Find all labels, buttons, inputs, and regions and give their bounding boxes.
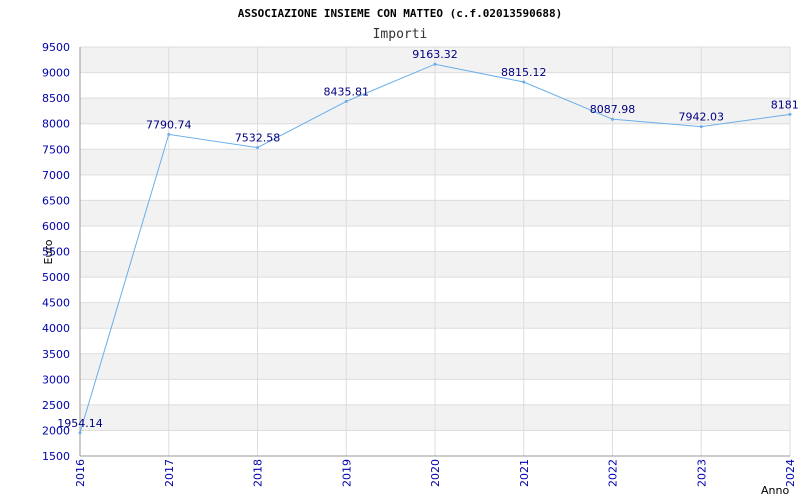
y-tick-label: 1500 (42, 450, 70, 463)
data-point (699, 125, 703, 129)
line-chart: ASSOCIAZIONE INSIEME CON MATTEO (c.f.020… (42, 7, 800, 497)
y-tick-label: 4500 (42, 297, 70, 310)
data-label: 8181.4 (771, 98, 800, 111)
x-tick-label: 2016 (74, 459, 87, 487)
data-label: 7532.58 (235, 132, 281, 145)
chart-title: ASSOCIAZIONE INSIEME CON MATTEO (c.f.020… (238, 7, 563, 20)
x-tick-label: 2020 (429, 459, 442, 487)
y-tick-label: 2500 (42, 399, 70, 412)
y-tick-label: 7000 (42, 169, 70, 182)
y-tick-label: 9500 (42, 41, 70, 54)
data-point (433, 62, 437, 66)
data-point (522, 80, 526, 84)
y-tick-label: 7500 (42, 143, 70, 156)
data-label: 8087.98 (590, 103, 636, 116)
data-point (256, 146, 259, 150)
x-tick-label: 2017 (163, 459, 176, 487)
data-label: 8435.81 (324, 85, 370, 98)
x-tick-label: 2021 (518, 459, 531, 487)
data-label: 7790.74 (146, 118, 192, 131)
x-tick-labels: 2016 2017 2018 2019 2020 2021 2022 2023 2024 (74, 459, 797, 487)
y-tick-label: 5000 (42, 271, 70, 284)
x-tick-label: 2019 (340, 459, 353, 487)
y-tick-label: 8500 (42, 92, 70, 105)
y-tick-label: 3000 (42, 373, 70, 386)
data-label: 7942.03 (679, 111, 725, 124)
x-tick-label: 2023 (695, 459, 708, 487)
x-tick-label: 2018 (252, 459, 265, 487)
data-point (78, 431, 82, 435)
x-axis-label: Anno (761, 484, 789, 497)
chart-container: ASSOCIAZIONE INSIEME CON MATTEO (c.f.020… (0, 0, 800, 500)
data-label: 8815.12 (501, 66, 547, 79)
y-tick-label: 6000 (42, 220, 70, 233)
y-tick-label: 6500 (42, 194, 70, 207)
y-tick-label: 8000 (42, 118, 70, 131)
y-tick-label: 9000 (42, 67, 70, 80)
y-tick-label: 3500 (42, 348, 70, 361)
data-point (344, 99, 348, 103)
x-tick-label: 2024 (784, 459, 797, 487)
data-point (788, 112, 792, 116)
data-point (167, 132, 171, 136)
y-tick-label: 4000 (42, 322, 70, 335)
y-axis-label: Euro (42, 239, 55, 264)
x-tick-label: 2022 (607, 459, 620, 487)
chart-subtitle: Importi (373, 27, 428, 42)
y-tick-label: 2000 (42, 424, 70, 437)
data-label: 9163.32 (412, 48, 458, 61)
data-point (611, 117, 614, 121)
